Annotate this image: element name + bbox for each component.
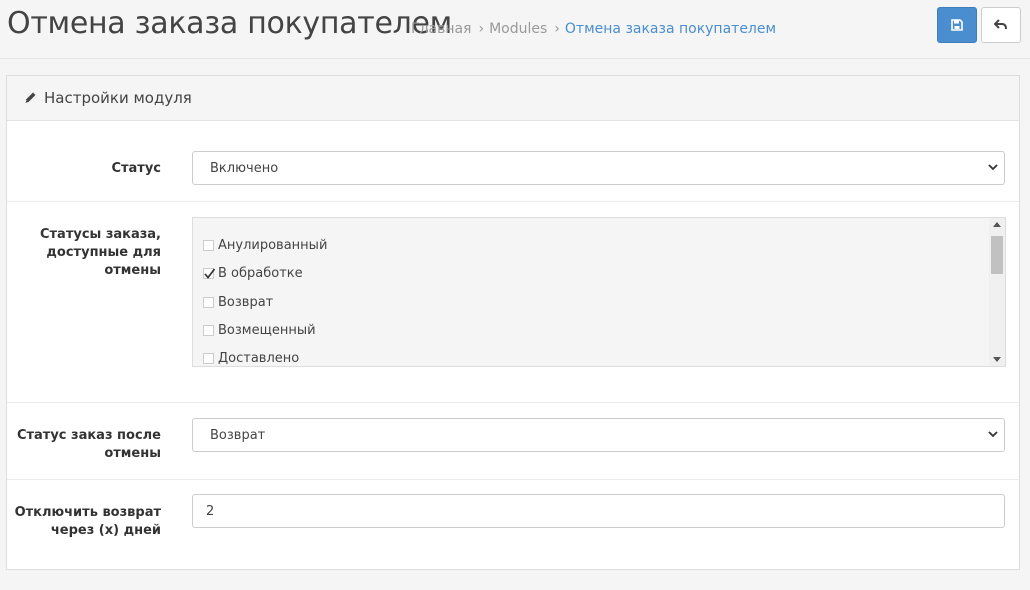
scroll-down-icon[interactable] bbox=[993, 357, 1001, 362]
disable-return-days-input[interactable]: 2 bbox=[192, 494, 1005, 528]
breadcrumb-current[interactable]: Отмена заказа покупателем bbox=[565, 21, 776, 37]
back-button[interactable] bbox=[981, 7, 1021, 43]
save-button[interactable] bbox=[937, 7, 977, 43]
checkbox[interactable] bbox=[203, 353, 214, 364]
status-select-value: Включено bbox=[210, 161, 279, 176]
status-after-cancel-value: Возврат bbox=[210, 428, 266, 443]
checkbox[interactable] bbox=[203, 297, 214, 308]
breadcrumb: Главная › Modules › Отмена заказа покупателе… bbox=[411, 21, 776, 37]
pencil-icon bbox=[24, 92, 36, 104]
chevron-down-icon bbox=[988, 431, 998, 438]
save-icon bbox=[951, 19, 963, 31]
breadcrumb-separator: › bbox=[478, 21, 485, 37]
breadcrumb-separator: › bbox=[554, 21, 560, 37]
checkmark-icon bbox=[204, 268, 216, 279]
order-statuses-label: Статусы заказа, доступные для отмены bbox=[39, 227, 161, 278]
status-label: Статус bbox=[111, 161, 161, 176]
order-statuses-checklist[interactable]: Анулированный В обработке Возврат Возмещ… bbox=[192, 217, 1006, 367]
status-select[interactable]: Включено bbox=[192, 151, 1005, 185]
status-after-cancel-label: Статус заказ после отмены bbox=[16, 428, 161, 461]
checkbox[interactable] bbox=[203, 325, 214, 336]
disable-return-days-value: 2 bbox=[206, 504, 215, 519]
checkbox[interactable] bbox=[203, 268, 216, 279]
status-after-cancel-group: Статус заказ после отмены Возврат bbox=[7, 402, 1019, 480]
chevron-down-icon bbox=[988, 164, 998, 171]
status-group: Статус Включено bbox=[7, 121, 1019, 202]
scroll-up-icon[interactable] bbox=[993, 222, 1001, 227]
panel-title: Настройки модуля bbox=[44, 89, 192, 107]
scrollbar-thumb[interactable] bbox=[991, 236, 1003, 274]
panel-heading: Настройки модуля bbox=[7, 76, 1019, 121]
page-title: Отмена заказа покупателем bbox=[7, 6, 452, 41]
page-header: Отмена заказа покупателем Главная › Module… bbox=[0, 0, 1030, 59]
order-statuses-group: Статусы заказа, доступные для отмены Ану… bbox=[7, 201, 1019, 403]
back-arrow-icon bbox=[994, 19, 1007, 30]
breadcrumb-home[interactable]: Главная bbox=[411, 21, 471, 37]
checkbox[interactable] bbox=[203, 240, 214, 251]
disable-return-days-group: Отключить возврат через (х) дней 2 bbox=[7, 479, 1019, 569]
checklist-scrollbar[interactable] bbox=[989, 218, 1005, 366]
status-after-cancel-select[interactable]: Возврат bbox=[192, 418, 1005, 452]
disable-return-days-label: Отключить возврат через (х) дней bbox=[14, 505, 161, 538]
module-settings-panel: Настройки модуля Статус Включено Статусы… bbox=[6, 75, 1020, 570]
breadcrumb-modules[interactable]: Modules bbox=[489, 21, 547, 37]
